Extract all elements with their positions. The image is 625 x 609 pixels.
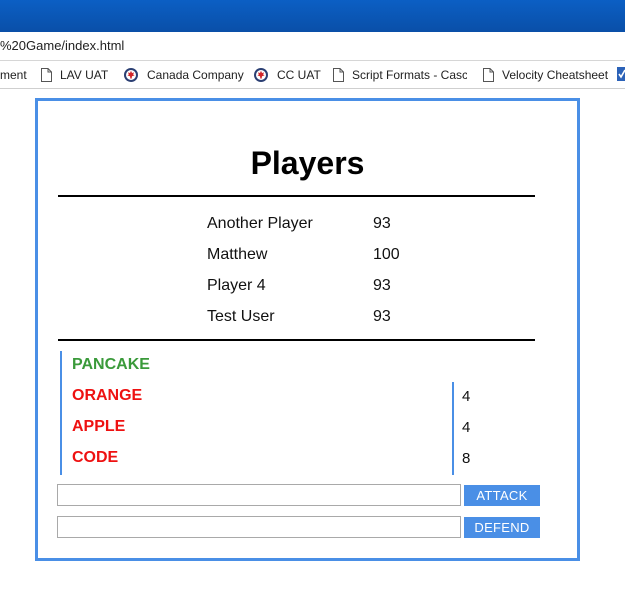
word-text: PANCAKE: [72, 356, 150, 373]
divider-bottom: [58, 339, 535, 341]
count-divider: [452, 444, 454, 475]
url-text[interactable]: %20Game/index.html: [0, 38, 124, 53]
bookmark-label: Canada Company: [147, 68, 244, 82]
defend-input[interactable]: [57, 516, 461, 538]
word-count: 4: [462, 419, 471, 436]
divider-top: [58, 195, 535, 197]
bookmark-item-lav-uat[interactable]: LAV UAT: [41, 67, 108, 83]
bookmark-label: Script Formats - Casc: [352, 68, 467, 82]
browser-titlebar: [0, 0, 625, 32]
player-score: 100: [373, 246, 400, 263]
attack-button[interactable]: ATTACK: [464, 485, 540, 506]
count-divider: [452, 413, 454, 444]
page-icon: [333, 68, 344, 82]
bookmark-label: LAV UAT: [60, 68, 109, 82]
players-panel: Players Another Player 93 Matthew 100 Pl…: [35, 98, 580, 561]
defend-button[interactable]: DEFEND: [464, 517, 540, 538]
bookmark-item-cc-uat[interactable]: CC UAT: [253, 67, 321, 83]
bookmark-item-canada-company[interactable]: Canada Company: [123, 67, 244, 83]
bookmark-label: ment: [0, 68, 27, 82]
word-row: CODE 8: [60, 444, 540, 475]
player-name: Test User: [207, 308, 275, 325]
player-score: 93: [373, 308, 391, 325]
bookmark-label: Velocity Cheatsheet: [502, 68, 609, 82]
word-row: PANCAKE: [60, 351, 540, 382]
player-row: Player 4 93: [207, 277, 467, 299]
bookmark-item-ment[interactable]: ment: [0, 67, 27, 83]
player-row: Test User 93: [207, 308, 467, 330]
address-bar[interactable]: %20Game/index.html: [0, 32, 625, 61]
count-divider: [452, 382, 454, 413]
bookmark-item-velocity-cheatsheet[interactable]: Velocity Cheatsheet: [483, 67, 608, 83]
word-row: APPLE 4: [60, 413, 540, 444]
word-count: 8: [462, 450, 471, 467]
page-icon: [483, 68, 494, 82]
player-name: Matthew: [207, 246, 268, 263]
bookmark-item-script-formats[interactable]: Script Formats - Casc: [333, 67, 467, 83]
player-name: Another Player: [207, 215, 313, 232]
player-name: Player 4: [207, 277, 266, 294]
word-row: ORANGE 4: [60, 382, 540, 413]
player-score: 93: [373, 215, 391, 232]
maple-seal-icon: [123, 67, 139, 83]
checkmark-icon: [617, 66, 625, 84]
page-icon: [41, 68, 52, 82]
bookmarks-bar: ment LAV UAT Canada Company CC UAT Scrip…: [0, 61, 625, 89]
player-row: Another Player 93: [207, 215, 467, 237]
word-text: CODE: [72, 449, 119, 466]
word-text: APPLE: [72, 418, 126, 435]
word-count: 4: [462, 388, 471, 405]
bookmark-label: CC UAT: [277, 68, 321, 82]
player-score: 93: [373, 277, 391, 294]
maple-seal-icon: [253, 67, 269, 83]
word-text: ORANGE: [72, 387, 143, 404]
attack-input[interactable]: [57, 484, 461, 506]
bookmark-item-partial[interactable]: [617, 66, 625, 84]
player-row: Matthew 100: [207, 246, 467, 268]
page-title: Players: [250, 145, 365, 181]
